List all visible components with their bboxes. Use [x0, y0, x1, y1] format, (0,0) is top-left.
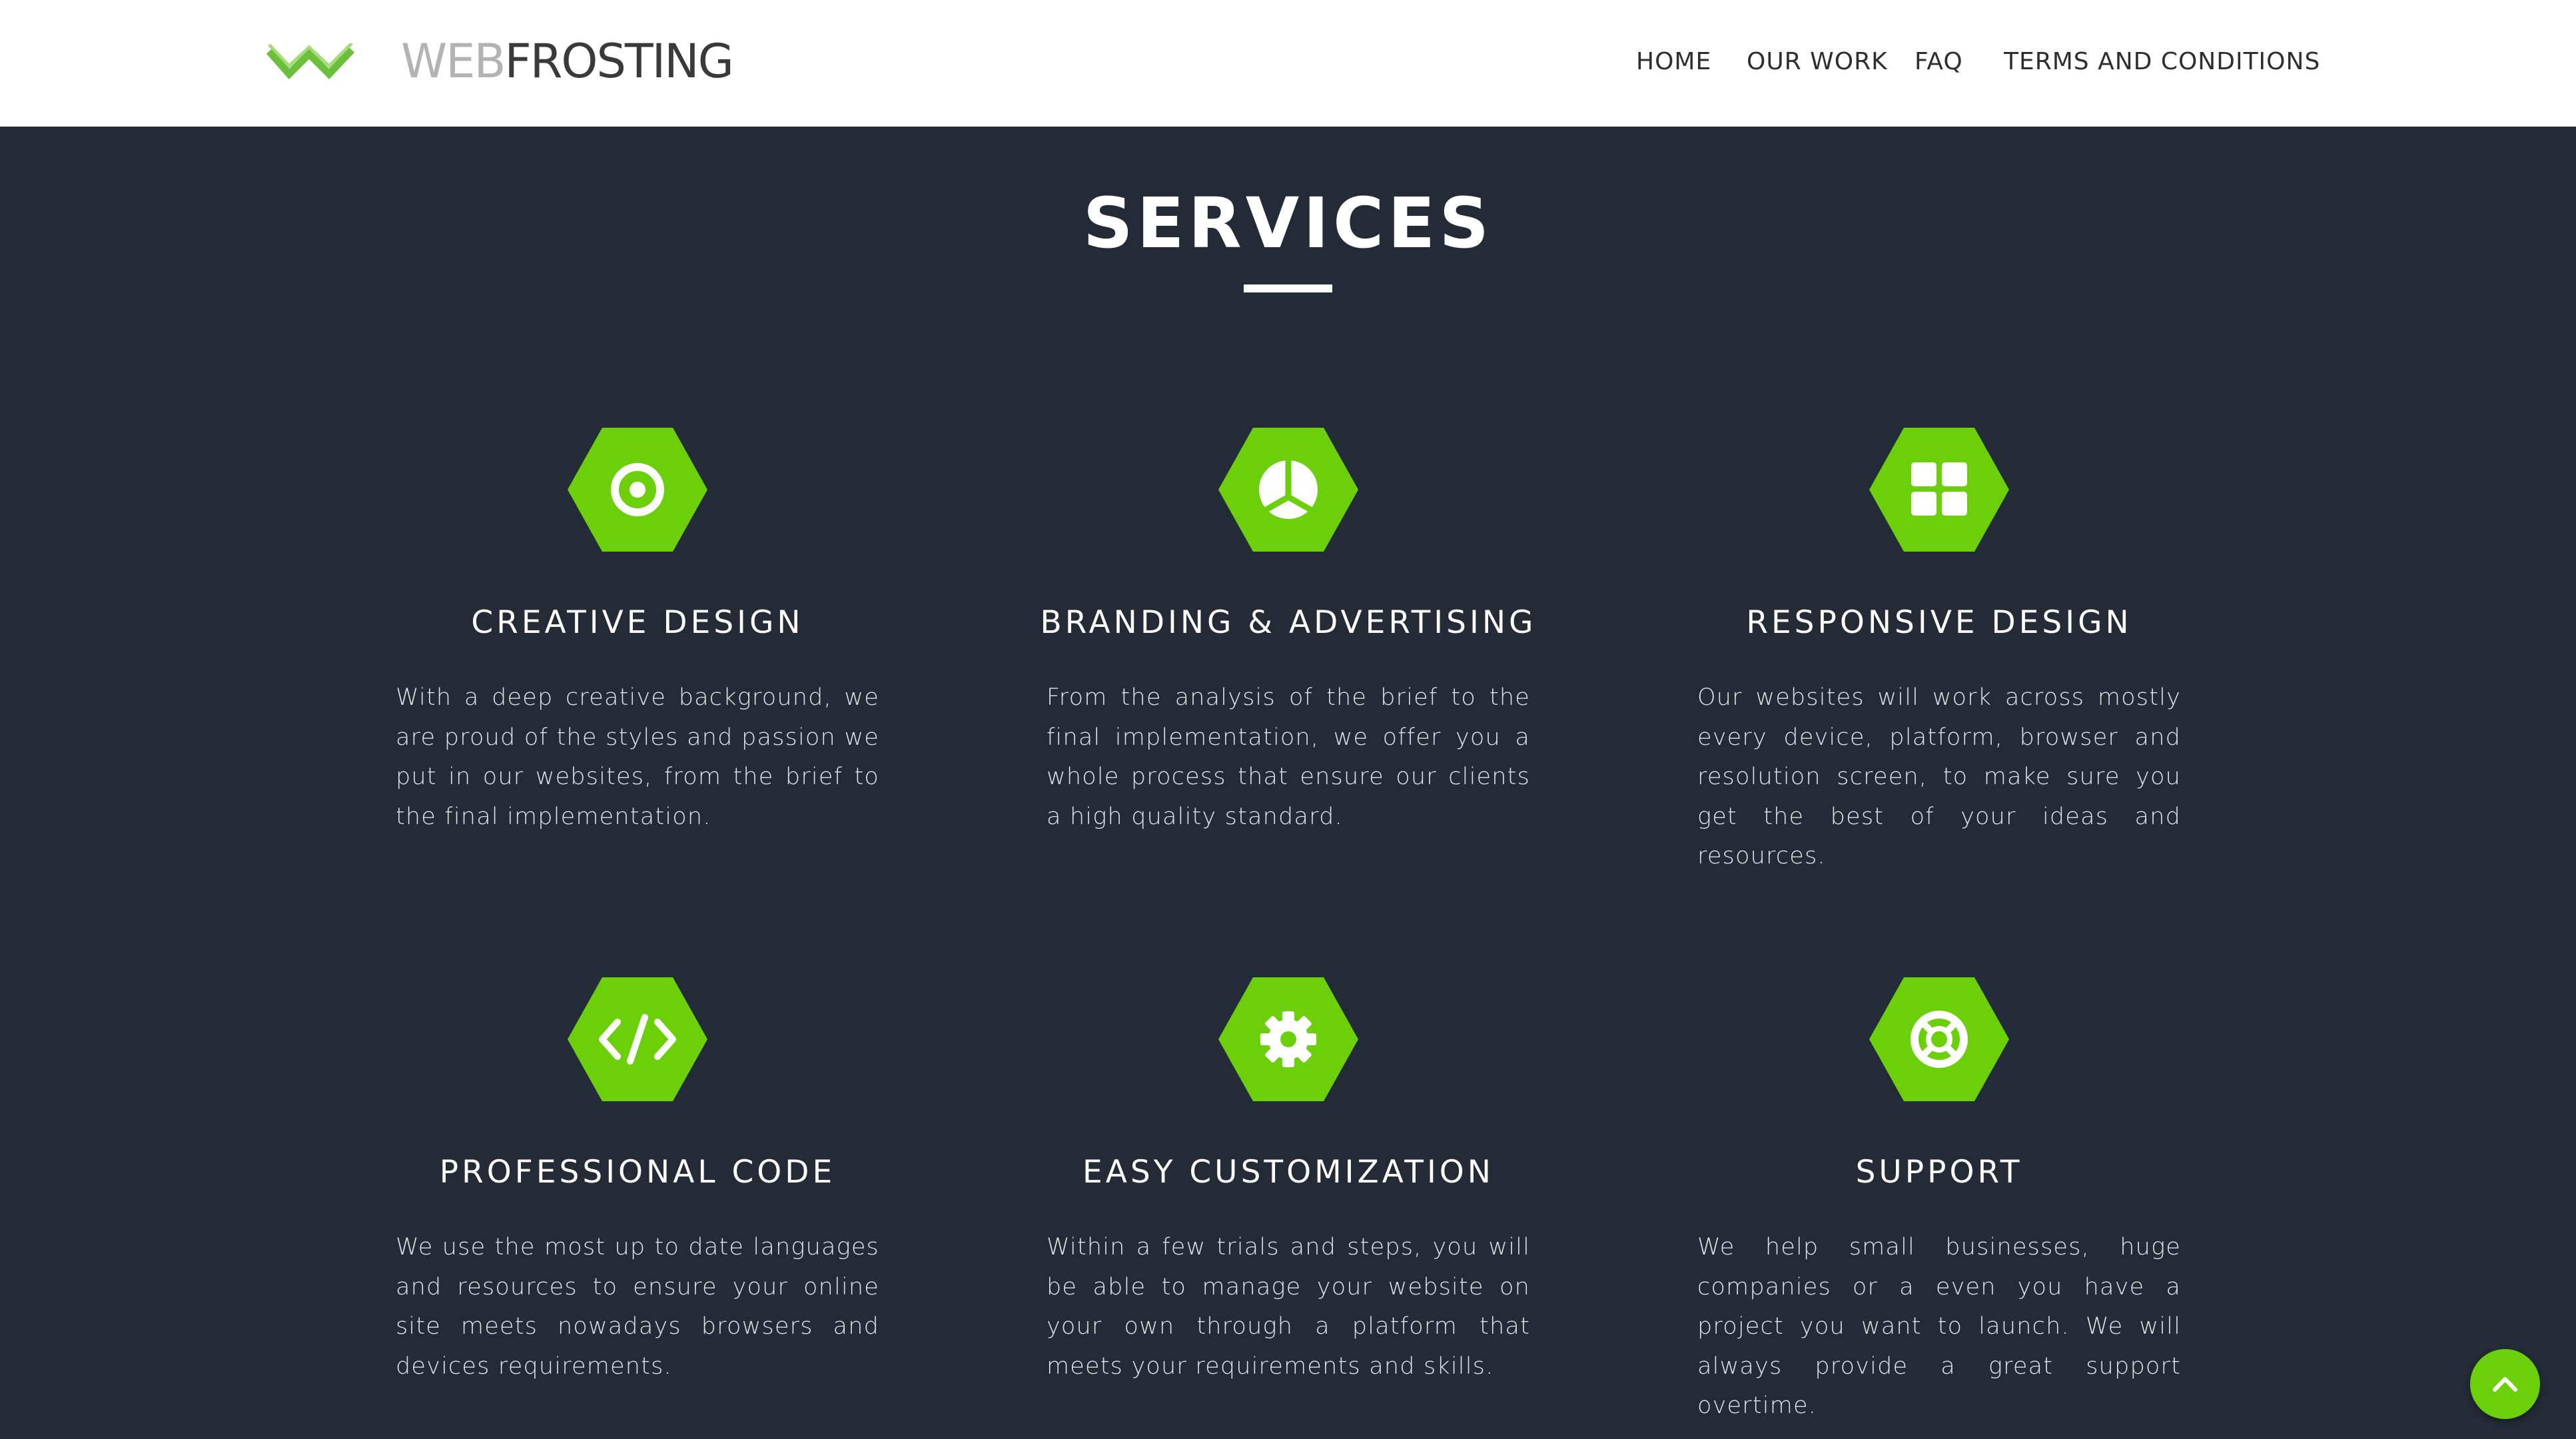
- logo-icon[interactable]: [266, 42, 356, 82]
- back-to-top-button[interactable]: [2470, 1349, 2540, 1419]
- service-description: Within a few trials and steps, you will …: [1047, 1234, 1530, 1380]
- service-title: RESPONSIVE DESIGN: [1746, 604, 2132, 641]
- site-header: WEBFROSTING HOME OUR WORK FAQ TERMS AND …: [0, 0, 2576, 127]
- service-description: With a deep creative background, we are …: [396, 684, 879, 830]
- service-description: From the analysis of the brief to the fi…: [1047, 684, 1530, 830]
- lifebuoy-icon: [1869, 977, 2009, 1101]
- service-description: Our websites will work across mostly eve…: [1697, 684, 2181, 869]
- grid-icon: [1869, 428, 2009, 552]
- nav-home[interactable]: HOME: [1636, 45, 1711, 79]
- service-title: PROFESSIONAL CODE: [439, 1154, 836, 1191]
- logo-suffix: FROSTING: [504, 34, 733, 89]
- logo-prefix: WEB: [401, 34, 506, 89]
- section-title: SERVICES: [1082, 183, 1494, 264]
- service-description: We help small businesses, huge companies…: [1697, 1234, 2181, 1419]
- service-title: CREATIVE DESIGN: [471, 604, 804, 641]
- service-title: BRANDING & ADVERTISING: [1040, 604, 1537, 641]
- service-description: We use the most up to date languages and…: [396, 1234, 879, 1380]
- nav-terms-and-conditions[interactable]: TERMS AND CONDITIONS: [2004, 45, 2320, 79]
- service-title: EASY CUSTOMIZATION: [1082, 1154, 1494, 1191]
- chevron-up-icon: [2493, 1377, 2517, 1392]
- target-icon: [568, 428, 707, 552]
- nav-faq[interactable]: FAQ: [1915, 45, 1963, 79]
- nav-our-work[interactable]: OUR WORK: [1747, 45, 1888, 79]
- title-underline: [1244, 284, 1332, 292]
- logo-wordmark[interactable]: WEBFROSTING: [401, 34, 734, 89]
- peace-icon: [1218, 428, 1358, 552]
- code-icon: [568, 977, 707, 1101]
- service-title: SUPPORT: [1855, 1154, 2023, 1191]
- gear-icon: [1218, 977, 1358, 1101]
